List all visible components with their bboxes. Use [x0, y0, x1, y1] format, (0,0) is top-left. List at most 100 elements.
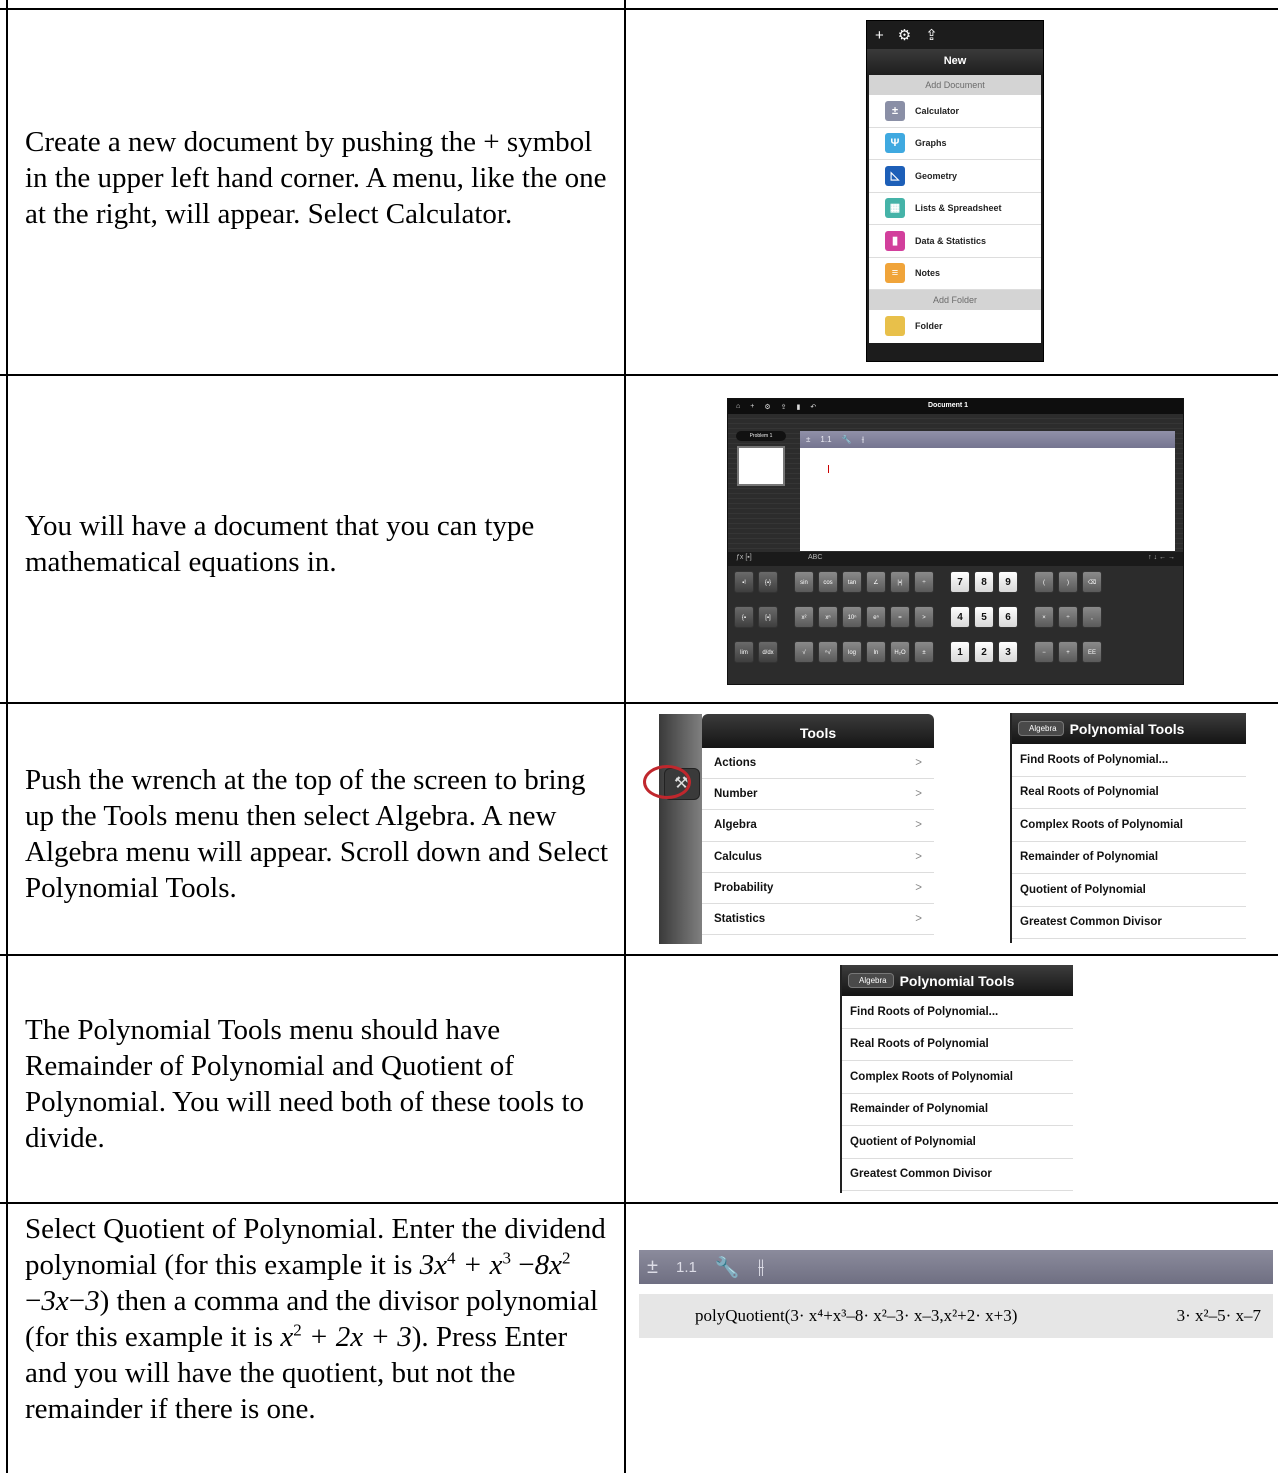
home-icon[interactable]: ⌂ [736, 403, 740, 410]
problem-label[interactable]: Problem 1 [736, 431, 786, 441]
menu-item-notes[interactable]: ≡ Notes [869, 258, 1041, 290]
keyboard-bar: ƒx [▪] ABC ↑ ↓ ← → [728, 552, 1183, 566]
book-icon[interactable]: ▮ [796, 403, 800, 411]
key[interactable]: > [914, 606, 934, 628]
poly-item[interactable]: Remainder of Polynomial [1012, 842, 1246, 874]
key[interactable]: 2 [974, 641, 994, 663]
tools-item-probability[interactable]: Probability > [702, 873, 934, 904]
abc-toggle[interactable]: ABC [808, 554, 822, 561]
back-button[interactable]: Algebra [848, 973, 894, 988]
poly-item[interactable]: Real Roots of Polynomial [1012, 777, 1246, 809]
key[interactable]: ÷ [914, 571, 934, 593]
key[interactable]: tan [842, 571, 862, 593]
variables-icon[interactable]: ⫲ [758, 1256, 764, 1279]
menu-item-data-statistics[interactable]: ▮ Data & Statistics [869, 225, 1041, 258]
gear-icon[interactable]: ⚙ [898, 26, 911, 44]
wrench-icon[interactable]: 🔧 [715, 1255, 740, 1280]
calculator-icon: ± [885, 100, 905, 121]
key[interactable]: × [1034, 606, 1054, 628]
poly-item[interactable]: Greatest Common Divisor [842, 1159, 1073, 1191]
key[interactable]: |▪| [890, 571, 910, 593]
tools-item-calculus[interactable]: Calculus > [702, 842, 934, 873]
poly-item[interactable]: Quotient of Polynomial [842, 1126, 1073, 1159]
key[interactable]: − [1034, 641, 1054, 663]
key[interactable]: ▪! [734, 571, 754, 593]
key[interactable]: ÷ [1058, 606, 1078, 628]
key[interactable]: log [842, 641, 862, 663]
key[interactable]: {▪} [758, 571, 778, 593]
key[interactable]: 9 [998, 571, 1018, 593]
page-toolbar: ± 1.1 🔧 ⫲ [639, 1250, 1273, 1284]
menu-item-lists[interactable]: ▦ Lists & Spreadsheet [869, 193, 1041, 225]
row-divider [0, 702, 1278, 704]
poly-item[interactable]: Find Roots of Polynomial... [1012, 744, 1246, 777]
key[interactable]: cos [818, 571, 838, 593]
key[interactable]: ∠ [866, 571, 886, 593]
menu-item-folder[interactable]: Folder [869, 310, 1041, 343]
key[interactable]: H₂O [890, 641, 910, 663]
key[interactable]: lim [734, 641, 754, 663]
divisor-math: x2 + 2x + 3 [280, 1320, 412, 1353]
key[interactable]: ± [914, 641, 934, 663]
poly-item[interactable]: Complex Roots of Polynomial [1012, 809, 1246, 842]
key[interactable]: EE [1082, 641, 1102, 663]
undo-icon[interactable]: ↶ [810, 403, 816, 411]
gear-icon[interactable]: ⚙ [764, 403, 770, 411]
key[interactable]: xⁿ [818, 606, 838, 628]
back-button[interactable]: Algebra [1018, 721, 1064, 736]
page-thumbnail[interactable] [737, 446, 785, 486]
key[interactable]: ( [1034, 571, 1054, 593]
tools-item-actions[interactable]: Actions > [702, 748, 934, 780]
poly-item[interactable]: Find Roots of Polynomial... [842, 996, 1073, 1029]
key[interactable]: 7 [950, 571, 970, 593]
poly-item[interactable]: Greatest Common Divisor [1012, 907, 1246, 939]
menu-item-label: Graphs [915, 138, 947, 149]
backspace-key[interactable]: ⌫ [1082, 571, 1102, 593]
row-divider [0, 954, 1278, 956]
tools-item-algebra[interactable]: Algebra > [702, 810, 934, 842]
key[interactable]: 8 [974, 571, 994, 593]
share-icon[interactable]: ⇪ [781, 403, 787, 411]
key[interactable]: {▪ [734, 606, 754, 628]
key[interactable]: 1 [950, 641, 970, 663]
key[interactable]: [▪] [758, 606, 778, 628]
share-icon[interactable]: ⇪ [925, 26, 938, 44]
key[interactable]: , [1082, 606, 1102, 628]
poly-item[interactable]: Remainder of Polynomial [842, 1094, 1073, 1126]
key[interactable]: x² [794, 606, 814, 628]
poly-item[interactable]: Complex Roots of Polynomial [842, 1061, 1073, 1094]
key[interactable]: ln [866, 641, 886, 663]
key[interactable]: eⁿ [866, 606, 886, 628]
key[interactable]: sin [794, 571, 814, 593]
math-keyboard: ▪! {▪} sin cos tan ∠ |▪| ÷ 789 () ⌫ {▪ [▪] x² xⁿ 1… [734, 571, 1179, 676]
poly-item[interactable]: Real Roots of Polynomial [842, 1029, 1073, 1061]
key[interactable]: = [890, 606, 910, 628]
function-icon[interactable]: ƒx [▪] [736, 554, 752, 561]
poly-item[interactable]: Quotient of Polynomial [1012, 874, 1246, 907]
menu-item-geometry[interactable]: ◺ Geometry [869, 160, 1041, 193]
key[interactable]: √ [794, 641, 814, 663]
tools-item-number[interactable]: Number > [702, 779, 934, 811]
menu-item-calculator[interactable]: ± Calculator [869, 95, 1041, 128]
key[interactable]: 5 [974, 606, 994, 628]
key[interactable]: + [1058, 641, 1078, 663]
tools-item-label: Statistics [714, 913, 766, 926]
arrow-keys[interactable]: ↑ ↓ ← → [1148, 554, 1175, 561]
key[interactable]: 10ⁿ [842, 606, 862, 628]
key[interactable]: 3 [998, 641, 1018, 663]
key[interactable]: ⁿ√ [818, 641, 838, 663]
plus-icon[interactable]: + [875, 27, 884, 44]
key[interactable]: 6 [998, 606, 1018, 628]
entry-line[interactable]: polyQuotient(3· x⁴+x³–8· x²–3· x–3,x²+2·… [639, 1294, 1273, 1338]
key[interactable]: d/dx [758, 641, 778, 663]
wrench-icon[interactable]: 🔧 [842, 435, 852, 444]
row1-instruction: Create a new document by pushing the + s… [25, 126, 607, 230]
variables-icon[interactable]: ⫲ [861, 435, 864, 445]
tools-item-statistics[interactable]: Statistics > [702, 904, 934, 936]
key[interactable]: 4 [950, 606, 970, 628]
key[interactable]: ) [1058, 571, 1078, 593]
plus-icon[interactable]: + [750, 403, 754, 410]
menu-item-graphs[interactable]: Ψ Graphs [869, 128, 1041, 160]
calculator-page[interactable]: ± 1.1 🔧 ⫲ [800, 431, 1175, 551]
section-header: Add Document [869, 75, 1041, 95]
